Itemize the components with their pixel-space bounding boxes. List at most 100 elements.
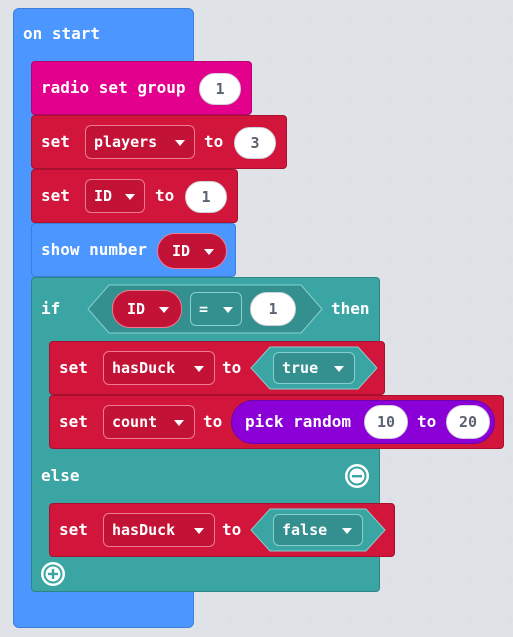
grid-plus-mark xyxy=(386,215,395,224)
hasduck-false-variable-dropdown[interactable]: hasDuck xyxy=(103,513,215,547)
operator-label: = xyxy=(199,300,209,318)
add-else-icon[interactable] xyxy=(41,562,65,586)
grid-plus-mark xyxy=(426,135,435,144)
grid-plus-mark xyxy=(426,295,435,304)
true-dropdown[interactable]: true xyxy=(273,352,355,384)
grid-plus-mark xyxy=(426,255,435,264)
pick-random-to-label: to xyxy=(417,412,437,431)
grid-plus-mark xyxy=(306,95,315,104)
grid-plus-mark xyxy=(306,255,315,264)
radio-group-value[interactable]: 1 xyxy=(199,73,241,105)
grid-plus-mark xyxy=(226,15,235,24)
grid-plus-mark xyxy=(266,215,275,224)
grid-plus-mark xyxy=(386,135,395,144)
dropdown-caret-icon xyxy=(204,249,214,255)
grid-plus-mark xyxy=(426,495,435,504)
grid-plus-mark xyxy=(466,335,475,344)
grid-plus-mark xyxy=(506,55,513,64)
set-count-to-label: to xyxy=(203,412,223,431)
grid-plus-mark xyxy=(466,535,475,544)
set-hasduck-true-to-label: to xyxy=(222,358,242,377)
grid-plus-mark xyxy=(266,95,275,104)
grid-plus-mark xyxy=(426,535,435,544)
false-dropdown[interactable]: false xyxy=(273,514,363,546)
grid-plus-mark xyxy=(266,255,275,264)
radio-set-group-label: radio set group xyxy=(41,78,186,97)
operator-dropdown[interactable]: = xyxy=(190,292,242,326)
show-number-label: show number xyxy=(41,240,147,259)
hasduck-variable-label: hasDuck xyxy=(112,359,176,377)
grid-plus-mark xyxy=(506,295,513,304)
dropdown-caret-icon xyxy=(175,140,185,146)
grid-plus-mark xyxy=(466,375,475,384)
grid-plus-mark xyxy=(426,15,435,24)
id-variable-label: ID xyxy=(94,187,113,205)
condition-value[interactable]: 1 xyxy=(250,292,296,326)
on-start-label: on start xyxy=(23,24,101,43)
false-label: false xyxy=(282,521,328,539)
grid-plus-mark xyxy=(426,575,435,584)
grid-plus-mark xyxy=(466,575,475,584)
grid-plus-mark xyxy=(506,615,513,624)
grid-plus-mark xyxy=(466,15,475,24)
grid-plus-mark xyxy=(506,455,513,464)
grid-plus-mark xyxy=(426,175,435,184)
players-variable-dropdown[interactable]: players xyxy=(85,125,195,159)
condition-id-reporter[interactable]: ID xyxy=(112,290,182,328)
grid-plus-mark xyxy=(506,535,513,544)
grid-plus-mark xyxy=(266,15,275,24)
grid-plus-mark xyxy=(386,375,395,384)
show-number-id-reporter[interactable]: ID xyxy=(157,233,227,269)
set-count-set-label: set xyxy=(59,412,88,431)
hasduck-variable-dropdown[interactable]: hasDuck xyxy=(103,351,215,385)
set-hasduck-false-set-label: set xyxy=(59,520,88,539)
if-label: if xyxy=(41,299,61,318)
grid-plus-mark xyxy=(466,175,475,184)
grid-plus-mark xyxy=(506,215,513,224)
grid-plus-mark xyxy=(346,255,355,264)
grid-plus-mark xyxy=(466,455,475,464)
grid-plus-mark xyxy=(306,175,315,184)
grid-plus-mark xyxy=(426,215,435,224)
grid-plus-mark xyxy=(386,175,395,184)
dropdown-caret-icon xyxy=(194,366,204,372)
hasduck-false-variable-label: hasDuck xyxy=(112,521,176,539)
random-min-value[interactable]: 10 xyxy=(364,405,408,439)
players-variable-label: players xyxy=(94,133,158,151)
grid-plus-mark xyxy=(386,455,395,464)
grid-plus-mark xyxy=(346,95,355,104)
id-value[interactable]: 1 xyxy=(185,181,227,213)
grid-plus-mark xyxy=(466,55,475,64)
grid-plus-mark xyxy=(426,455,435,464)
set-players-set-label: set xyxy=(41,132,70,151)
grid-plus-mark xyxy=(266,175,275,184)
grid-plus-mark xyxy=(506,255,513,264)
grid-plus-mark xyxy=(306,15,315,24)
grid-plus-mark xyxy=(346,135,355,144)
grid-plus-mark xyxy=(466,255,475,264)
grid-plus-mark xyxy=(506,135,513,144)
random-max-value[interactable]: 20 xyxy=(446,405,490,439)
grid-plus-mark xyxy=(346,15,355,24)
then-label: then xyxy=(331,299,370,318)
dropdown-caret-icon xyxy=(194,528,204,534)
grid-plus-mark xyxy=(386,255,395,264)
grid-plus-mark xyxy=(466,215,475,224)
show-number-id-label: ID xyxy=(172,242,191,260)
remove-else-icon[interactable] xyxy=(345,464,369,488)
dropdown-caret-icon xyxy=(174,420,184,426)
players-value[interactable]: 3 xyxy=(234,127,276,159)
grid-plus-mark xyxy=(346,615,355,624)
grid-plus-mark xyxy=(346,55,355,64)
grid-plus-mark xyxy=(506,575,513,584)
count-variable-dropdown[interactable]: count xyxy=(103,405,195,439)
grid-plus-mark xyxy=(266,615,275,624)
grid-plus-mark xyxy=(346,215,355,224)
set-id-set-label: set xyxy=(41,186,70,205)
grid-plus-mark xyxy=(306,135,315,144)
dropdown-caret-icon xyxy=(334,366,344,372)
dropdown-caret-icon xyxy=(125,194,135,200)
grid-plus-mark xyxy=(386,575,395,584)
grid-plus-mark xyxy=(306,615,315,624)
id-variable-dropdown[interactable]: ID xyxy=(85,179,145,213)
